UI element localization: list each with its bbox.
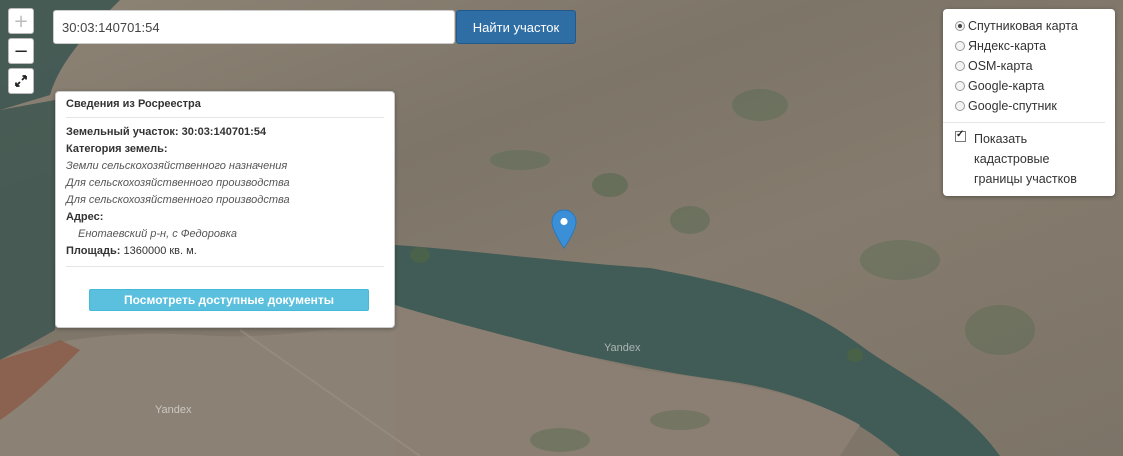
zoom-in-button[interactable]: +	[8, 8, 34, 34]
layer-option-satellite[interactable]: Спутниковая карта	[955, 16, 1115, 36]
cadastral-toggle[interactable]: Показать кадастровые границы участков	[955, 129, 1115, 189]
fullscreen-button[interactable]	[8, 68, 34, 94]
area-value: 1360000 кв. м.	[123, 245, 197, 257]
address-label: Адрес:	[66, 211, 104, 223]
layer-option-label: Яндекс-карта	[968, 39, 1047, 53]
layer-option-google-satellite[interactable]: Google-спутник	[955, 96, 1115, 116]
radio-icon[interactable]	[955, 61, 965, 71]
category-line: Для сельскохозяйственного производства	[66, 194, 290, 206]
divider	[943, 122, 1105, 123]
expand-icon	[15, 75, 27, 87]
layer-option-label: Спутниковая карта	[968, 19, 1078, 33]
zoom-out-button[interactable]: −	[8, 38, 34, 64]
rosreestr-info-panel: Сведения из Росреестра Земельный участок…	[55, 91, 395, 328]
category-line: Для сельскохозяйственного производства	[66, 177, 290, 189]
cadastral-toggle-label: Показать кадастровые границы участков	[974, 132, 1077, 186]
info-panel-title: Сведения из Росреестра	[66, 98, 384, 118]
category-line: Земли сельскохозяйственного назначения	[66, 160, 288, 172]
view-documents-button[interactable]: Посмотреть доступные документы	[89, 289, 369, 311]
find-parcel-button[interactable]: Найти участок	[456, 10, 576, 44]
divider	[66, 266, 384, 267]
layer-option-label: Google-спутник	[968, 99, 1057, 113]
zoom-controls: + −	[8, 8, 34, 98]
layer-option-osm[interactable]: OSM-карта	[955, 56, 1115, 76]
radio-icon[interactable]	[955, 81, 965, 91]
layer-option-label: Google-карта	[968, 79, 1045, 93]
radio-icon[interactable]	[955, 41, 965, 51]
yandex-watermark: Yandex	[155, 404, 192, 416]
parcel-label: Земельный участок:	[66, 126, 179, 138]
layer-option-yandex[interactable]: Яндекс-карта	[955, 36, 1115, 56]
radio-icon[interactable]	[955, 101, 965, 111]
parcel-search-input[interactable]	[53, 10, 455, 44]
radio-icon[interactable]	[955, 21, 965, 31]
parcel-value: 30:03:140701:54	[181, 126, 267, 138]
area-label: Площадь:	[66, 245, 121, 257]
category-label: Категория земель:	[66, 143, 168, 155]
address-value: Енотаевский р-н, с Федоровка	[78, 228, 237, 240]
layer-switcher: Спутниковая карта Яндекс-карта OSM-карта…	[943, 9, 1115, 196]
layer-option-label: OSM-карта	[968, 59, 1033, 73]
checkbox-icon[interactable]	[955, 129, 966, 142]
yandex-watermark: Yandex	[604, 342, 641, 354]
layer-option-google-map[interactable]: Google-карта	[955, 76, 1115, 96]
map-pin-icon[interactable]	[551, 209, 577, 249]
